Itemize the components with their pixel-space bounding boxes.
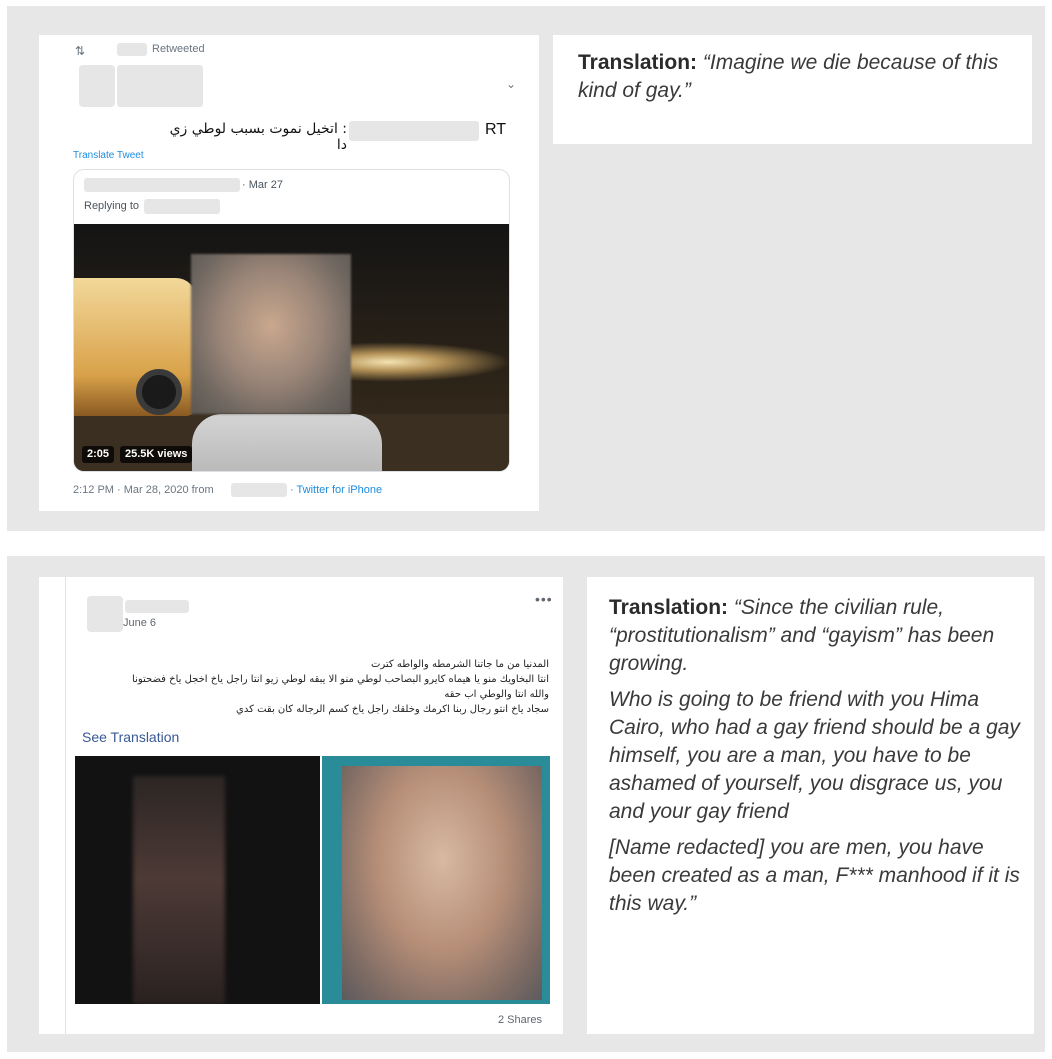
tweet-timestamp: 2:12 PM · Mar 28, 2020 from [73, 484, 214, 496]
video-wheel [136, 369, 182, 415]
translation-box-2: Translation: “Since the civilian rule, “… [587, 577, 1034, 1034]
translation-label: Translation: [578, 51, 698, 74]
quoted-tweet[interactable]: · Mar 27 Replying to 2:05 25.5K views [73, 169, 510, 472]
replying-to-label: Replying to [84, 200, 140, 212]
post-image-left[interactable] [75, 756, 320, 1004]
redacted-location [231, 483, 287, 497]
post-left-border [65, 577, 66, 1034]
translation-text-p2: Who is going to be friend with you Hima … [609, 688, 1020, 823]
facebook-screenshot: June 6 ••• المدنيا من ما جاتنا الشرمطه و… [39, 577, 563, 1034]
translation-label: Translation: [609, 596, 729, 619]
post-line-2: انتا البخاويك منو يا هيماه كايرو البصاحب… [132, 674, 549, 685]
redacted-retweeter [117, 43, 147, 56]
tweet-text: : اتخيل نموت بسبب لوطي زي دا [169, 121, 347, 153]
tweet-source-link[interactable]: · Twitter for iPhone [290, 484, 382, 496]
rt-label: RT [485, 121, 507, 138]
retweeted-label: Retweeted [152, 43, 205, 55]
post-date[interactable]: June 6 [123, 617, 156, 629]
post-image-right[interactable] [322, 756, 550, 1004]
video-player[interactable]: 2:05 25.5K views [74, 224, 509, 471]
retweet-icon: ⇅ [75, 44, 86, 58]
translate-tweet-link[interactable]: Translate Tweet [73, 150, 144, 161]
video-views: 25.5K views [120, 446, 193, 463]
blurred-person-left [133, 776, 225, 1004]
see-translation-link[interactable]: See Translation [82, 729, 179, 745]
translation-text-p3: [Name redacted] you are men, you have be… [609, 836, 1020, 915]
translation-box-1: Translation: “Imagine we die because of … [553, 35, 1032, 144]
post-line-1: المدنيا من ما جاتنا الشرمطه والواطه كترت [370, 659, 549, 670]
redacted-quoted-user [84, 178, 240, 192]
shares-count[interactable]: 2 Shares [498, 1014, 542, 1026]
chevron-down-icon[interactable]: ⌄ [506, 77, 516, 91]
video-lights [336, 342, 509, 382]
redacted-username[interactable] [117, 65, 203, 107]
quote-date: · Mar 27 [242, 179, 283, 191]
blurred-face [191, 254, 351, 414]
more-options-icon[interactable]: ••• [535, 591, 553, 607]
redacted-mention [349, 121, 479, 141]
post-line-4: سجاد ياخ انتو رجال ربنا اكرمك وخلقك راجل… [236, 704, 549, 715]
redacted-replying-user[interactable] [144, 199, 220, 214]
redacted-username[interactable] [125, 600, 189, 613]
post-line-3: والله انتا والوطي اب حقه [444, 689, 549, 700]
avatar[interactable] [79, 65, 115, 107]
video-duration: 2:05 [82, 446, 115, 463]
tweet-screenshot: ⇅ Retweeted ⌄ RT : اتخيل نموت بسبب لوطي … [39, 35, 539, 511]
video-person-body [192, 414, 382, 471]
panel-tweet: ⇅ Retweeted ⌄ RT : اتخيل نموت بسبب لوطي … [7, 6, 1045, 531]
blurred-face-right [342, 766, 542, 1000]
avatar[interactable] [87, 596, 123, 632]
panel-facebook: June 6 ••• المدنيا من ما جاتنا الشرمطه و… [7, 556, 1045, 1052]
